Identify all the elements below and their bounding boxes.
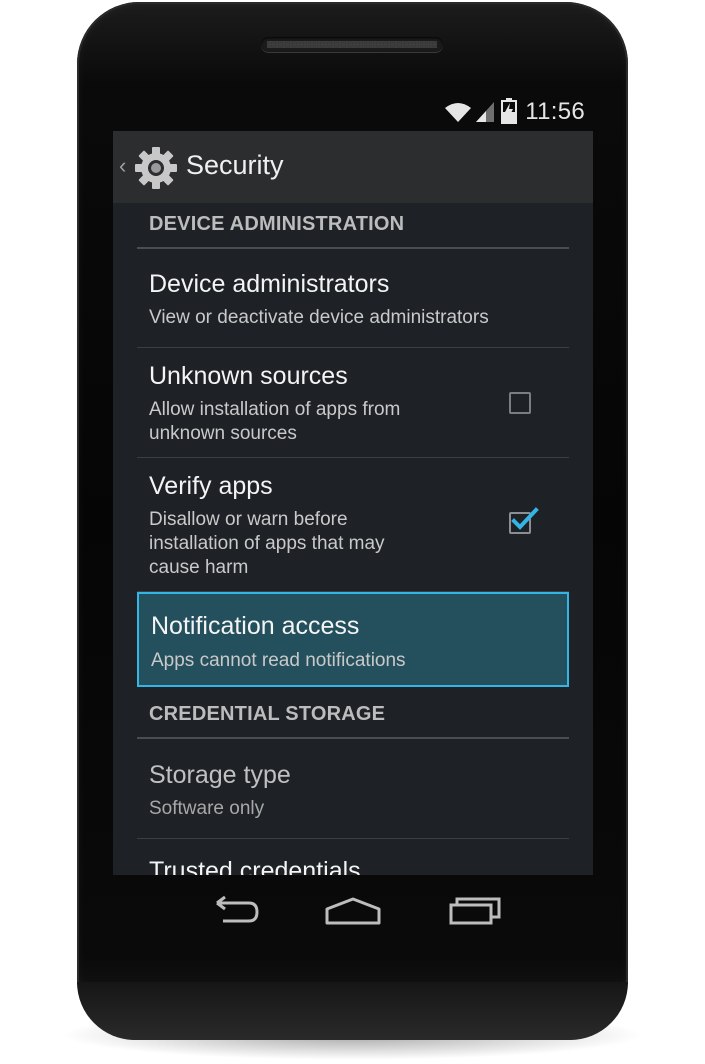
settings-screen: ‹ Security DEVICE ADMINISTRATION Device … [113,131,593,875]
pref-trusted-credentials[interactable]: Trusted credentials [137,839,569,875]
pref-device-administrators[interactable]: Device administrators View or deactivate… [137,249,569,348]
cell-signal-icon [476,102,494,122]
section-header-label: DEVICE ADMINISTRATION [149,213,405,235]
pref-title: Storage type [149,761,291,789]
section-header-device-administration: DEVICE ADMINISTRATION [137,203,569,249]
up-caret-icon: ‹ [119,153,127,178]
home-icon[interactable] [323,893,383,933]
pref-title: Trusted credentials [149,857,361,875]
pref-summary-line: cause harm [149,557,249,578]
pref-title: Device administrators [149,270,390,298]
pref-storage-type[interactable]: Storage type Software only [137,739,569,839]
status-bar: 11:56 [113,96,593,130]
pref-summary: View or deactivate device administrators [149,307,489,328]
pref-title: Notification access [151,612,360,640]
pref-summary-line: Disallow or warn before [149,509,348,530]
pref-verify-apps[interactable]: Verify apps Disallow or warn before inst… [137,458,569,592]
checkmark-icon [511,507,539,530]
pref-notification-access[interactable]: Notification access Apps cannot read not… [137,592,569,687]
status-clock: 11:56 [525,98,585,125]
earpiece-speaker [261,37,443,52]
section-header-label: CREDENTIAL STORAGE [149,703,386,725]
wifi-icon [445,103,471,122]
up-navigation-button[interactable]: ‹ Security [113,131,293,203]
pref-summary: Apps cannot read notifications [151,650,406,671]
pref-summary-line: Allow installation of apps from [149,399,401,420]
pref-title: Unknown sources [149,362,348,390]
navigation-bar [113,875,593,953]
pref-summary-line: unknown sources [149,423,297,444]
phone-bottom-bevel [77,982,628,1040]
unknown-sources-checkbox[interactable] [509,392,531,414]
verify-apps-checkbox[interactable] [509,507,539,534]
action-bar: ‹ Security [113,131,593,203]
recent-apps-icon[interactable] [445,893,505,933]
section-header-credential-storage: CREDENTIAL STORAGE [137,689,569,739]
gear-icon [135,147,177,189]
back-icon[interactable] [203,893,263,933]
screen-title: Security [186,150,284,180]
pref-unknown-sources[interactable]: Unknown sources Allow installation of ap… [137,348,569,458]
pref-summary-line: installation of apps that may [149,533,385,554]
pref-summary: Software only [149,798,265,819]
battery-charging-icon [501,98,517,124]
pref-title: Verify apps [149,472,273,500]
